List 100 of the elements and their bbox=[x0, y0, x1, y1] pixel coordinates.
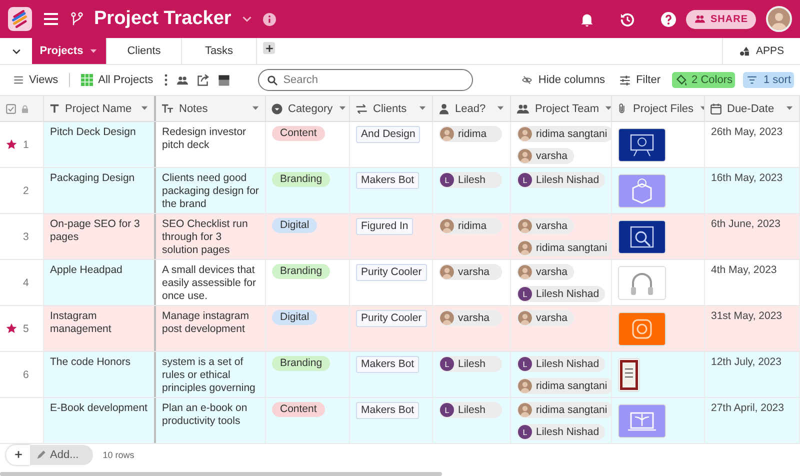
table-cell: Clients need good packaging design for the brand bbox=[156, 168, 266, 213]
sort-icon bbox=[746, 75, 758, 85]
people-icon bbox=[516, 102, 530, 114]
table-row[interactable]: 1 Pitch Deck Design Redesign investor pitch deck Content And Design ridima ridima sangtani varsha 26th May, 2023 bbox=[0, 122, 800, 168]
user-chip[interactable]: varsha bbox=[517, 264, 574, 280]
sort-button[interactable]: 1 sort bbox=[743, 72, 794, 88]
app-logo[interactable] bbox=[8, 7, 32, 31]
user-chip[interactable]: L Lilesh bbox=[439, 402, 502, 418]
user-chip[interactable]: ridima sangtani bbox=[517, 240, 611, 256]
column-header[interactable]: Project Files bbox=[612, 96, 705, 121]
caret-icon bbox=[604, 105, 611, 112]
menu-icon[interactable] bbox=[42, 11, 60, 27]
branch-icon[interactable] bbox=[70, 10, 84, 28]
user-chip[interactable]: ridima sangtani bbox=[517, 126, 611, 142]
search-field[interactable]: Search bbox=[258, 69, 474, 91]
add-button[interactable]: Add... bbox=[30, 444, 93, 464]
category-tag: Branding bbox=[272, 356, 330, 371]
table-cell: 12th July, 2023 bbox=[705, 352, 800, 397]
kebab-icon[interactable] bbox=[164, 74, 168, 86]
row-height-icon[interactable] bbox=[218, 74, 230, 86]
people-icon[interactable] bbox=[176, 74, 190, 86]
user-chip[interactable]: varsha bbox=[517, 310, 574, 326]
scrollbar[interactable] bbox=[0, 472, 442, 476]
client-chip[interactable]: Figured In bbox=[356, 218, 414, 235]
user-chip[interactable]: ridima bbox=[439, 126, 502, 142]
table-row[interactable]: 5 Instagram management Manage instagram post development Digital Purity Cooler varsha varsha 31st May, 2023 bbox=[0, 306, 800, 352]
user-chip[interactable]: varsha bbox=[439, 310, 502, 326]
hide-columns-button[interactable]: Hide columns bbox=[518, 72, 608, 88]
user-chip[interactable]: varsha bbox=[439, 264, 502, 280]
table-row[interactable]: E-Book development Plan an e-book on productivity tools Content Makers Bot L Lilesh ridima sangtani L Lilesh Nishad 27th April, 2023 bbox=[0, 398, 800, 444]
table-cell: E-Book development bbox=[44, 398, 156, 443]
dropdown-type-icon bbox=[271, 102, 283, 114]
caret-icon bbox=[338, 105, 347, 112]
row-number: 2 bbox=[23, 184, 29, 196]
user-chip[interactable]: L Lilesh bbox=[439, 172, 502, 188]
user-chip[interactable]: L Lilesh bbox=[439, 356, 502, 372]
user-avatar[interactable] bbox=[766, 6, 792, 32]
user-chip[interactable]: L Lilesh Nishad bbox=[517, 172, 606, 188]
lock-icon bbox=[21, 104, 29, 114]
export-icon[interactable] bbox=[197, 74, 210, 86]
client-chip[interactable]: Makers Bot bbox=[356, 172, 420, 189]
client-chip[interactable]: And Design bbox=[356, 126, 420, 143]
app-title: Project Tracker bbox=[94, 8, 232, 30]
row-number: 1 bbox=[23, 138, 29, 150]
client-chip[interactable]: Makers Bot bbox=[356, 402, 420, 419]
user-chip[interactable]: varsha bbox=[517, 148, 574, 164]
row-number: 4 bbox=[23, 276, 29, 288]
row-colors-button[interactable]: 2 Colors bbox=[672, 72, 736, 88]
user-chip[interactable]: L Lilesh Nishad bbox=[517, 356, 606, 372]
chevron-down-icon[interactable] bbox=[241, 14, 254, 24]
client-chip[interactable]: Purity Cooler bbox=[356, 264, 427, 281]
menu-icon bbox=[13, 75, 24, 85]
user-chip[interactable]: varsha bbox=[517, 218, 574, 234]
filter-button[interactable]: Filter bbox=[616, 72, 664, 88]
column-header[interactable]: Clients bbox=[350, 96, 433, 121]
view-selector[interactable]: All Projects bbox=[78, 72, 156, 88]
table-row[interactable]: 6 The code Honors system is a set of rules or ethical principles governing Branding Makers Bot L Lilesh L Lilesh Nishad ridima sangtani 12th July, 2023 bbox=[0, 352, 800, 398]
caret-icon bbox=[785, 105, 794, 112]
history-icon[interactable] bbox=[620, 12, 636, 26]
table-row[interactable]: 3 On-page SEO for 3 pages SEO Checklist run through for 3 solution pages Digital Figured In ridima varsha ridima sangtani 6th June, 2023 bbox=[0, 214, 800, 260]
sliders-icon bbox=[619, 74, 632, 86]
share-button[interactable]: SHARE bbox=[686, 10, 756, 28]
add-tab-button[interactable] bbox=[263, 42, 275, 54]
column-header[interactable]: Category bbox=[266, 96, 350, 121]
table-tab[interactable]: Projects bbox=[32, 38, 107, 64]
table-cell: 6th June, 2023 bbox=[705, 214, 800, 259]
user-chip[interactable]: ridima sangtani bbox=[517, 378, 611, 394]
paint-bucket-icon bbox=[674, 74, 687, 86]
plus-icon bbox=[264, 44, 274, 52]
views-button[interactable]: Views bbox=[10, 72, 62, 88]
user-chip[interactable]: L Lilesh Nishad bbox=[517, 286, 606, 302]
row-number: 5 bbox=[23, 322, 29, 334]
user-chip[interactable]: L Lilesh Nishad bbox=[517, 424, 606, 440]
column-header[interactable]: Project Team bbox=[511, 96, 612, 121]
grid-view-icon bbox=[81, 74, 94, 86]
table-cell: On-page SEO for 3 pages bbox=[44, 214, 156, 259]
table-row[interactable]: 4 Apple Headpad A small devices that easily assessible for once use. Branding Purity Cooler varsha varsha L Lilesh Nishad 4th May, 2023 bbox=[0, 260, 800, 306]
calendar-icon bbox=[710, 102, 722, 114]
avatar-initial: L bbox=[518, 357, 532, 371]
add-row-button[interactable] bbox=[6, 444, 30, 464]
avatar bbox=[440, 265, 454, 279]
column-header[interactable]: Lead? bbox=[433, 96, 511, 121]
table-cell: system is a set of rules or ethical principles governing bbox=[156, 352, 266, 397]
people-icon bbox=[694, 14, 706, 24]
column-header[interactable]: Due-Date bbox=[705, 96, 800, 121]
user-chip[interactable]: ridima sangtani bbox=[517, 402, 611, 418]
bell-icon[interactable] bbox=[580, 12, 594, 26]
client-chip[interactable]: Makers Bot bbox=[356, 356, 420, 373]
shapes-icon bbox=[738, 46, 752, 56]
column-header[interactable]: Notes bbox=[156, 96, 266, 121]
client-chip[interactable]: Purity Cooler bbox=[356, 310, 427, 327]
link-type-icon bbox=[355, 102, 368, 114]
avatar bbox=[440, 311, 454, 325]
category-tag: Content bbox=[272, 126, 325, 141]
checkbox-icon[interactable] bbox=[6, 104, 16, 114]
help-icon[interactable] bbox=[661, 12, 676, 26]
info-icon[interactable] bbox=[263, 12, 276, 26]
user-chip[interactable]: ridima bbox=[439, 218, 502, 234]
table-row[interactable]: 2 Packaging Design Clients need good packaging design for the brand Branding Makers Bot L Lilesh L Lilesh Nishad 16th May, 2023 bbox=[0, 168, 800, 214]
row-number: 3 bbox=[23, 230, 29, 242]
